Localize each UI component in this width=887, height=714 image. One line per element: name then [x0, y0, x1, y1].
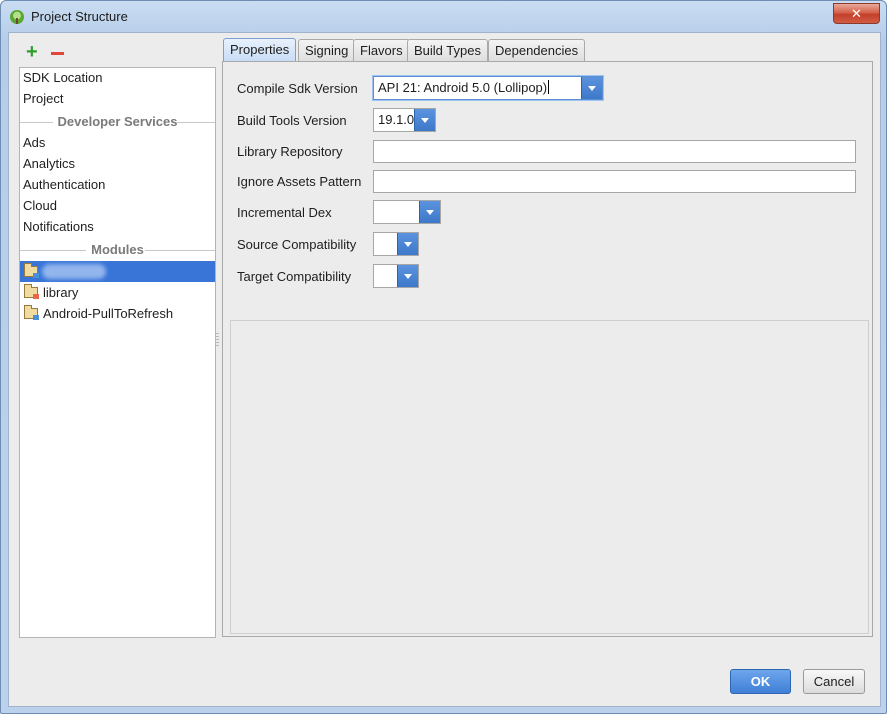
chevron-down-icon[interactable] [397, 265, 418, 287]
tab-properties[interactable]: Properties [223, 38, 297, 62]
target-compatibility-combo[interactable] [373, 264, 419, 288]
tab-signing[interactable]: Signing [298, 39, 356, 61]
sidebar-item-project[interactable]: Project [23, 89, 63, 109]
target-compatibility-label: Target Compatibility [237, 269, 352, 284]
module-item-android-pulltorefresh[interactable]: Android-PullToRefresh [20, 303, 215, 324]
chevron-down-icon[interactable] [397, 233, 418, 255]
sidebar-item-sdk-location[interactable]: SDK Location [23, 68, 103, 88]
module-name-redacted [42, 264, 106, 279]
incremental-dex-combo[interactable] [373, 200, 441, 224]
library-repository-field[interactable] [373, 140, 856, 163]
build-tools-label: Build Tools Version [237, 113, 347, 128]
modules-header: Modules [20, 241, 215, 259]
compile-sdk-label: Compile Sdk Version [237, 81, 358, 96]
dialog-body: + SDK Location Project Developer Service… [8, 32, 881, 707]
title-bar[interactable]: Project Structure ✕ [1, 1, 886, 32]
developer-services-header: Developer Services [20, 113, 215, 131]
tab-flavors[interactable]: Flavors [353, 39, 410, 61]
sidebar: SDK Location Project Developer Services … [19, 67, 216, 638]
sidebar-item-notifications[interactable]: Notifications [23, 217, 94, 237]
module-label: Android-PullToRefresh [43, 306, 174, 321]
chevron-down-icon[interactable] [419, 201, 440, 223]
build-tools-combo[interactable]: 19.1.0 [373, 108, 436, 132]
module-folder-icon [24, 305, 39, 320]
android-studio-icon [10, 10, 24, 24]
compile-sdk-value: API 21: Android 5.0 (Lollipop) [378, 80, 550, 95]
details-area [230, 320, 869, 634]
chevron-down-icon[interactable] [581, 77, 602, 99]
remove-icon[interactable] [51, 52, 64, 55]
module-folder-icon [24, 284, 39, 299]
ignore-assets-label: Ignore Assets Pattern [237, 174, 362, 189]
chevron-down-icon[interactable] [414, 109, 435, 131]
ok-button[interactable]: OK [730, 669, 791, 694]
sidebar-item-cloud[interactable]: Cloud [23, 196, 57, 216]
incremental-dex-label: Incremental Dex [237, 205, 332, 220]
module-item-app[interactable] [20, 261, 215, 282]
compile-sdk-combo[interactable]: API 21: Android 5.0 (Lollipop) [373, 76, 603, 100]
module-item-library[interactable]: library [20, 282, 215, 303]
sidebar-item-authentication[interactable]: Authentication [23, 175, 105, 195]
cancel-button[interactable]: Cancel [803, 669, 865, 694]
window-title: Project Structure [31, 9, 128, 24]
properties-panel: Compile Sdk Version API 21: Android 5.0 … [222, 61, 873, 637]
close-button[interactable]: ✕ [833, 3, 880, 24]
tab-dependencies[interactable]: Dependencies [488, 39, 586, 61]
source-compatibility-label: Source Compatibility [237, 237, 357, 252]
module-label: library [43, 285, 79, 300]
tab-build-types[interactable]: Build Types [407, 39, 488, 61]
library-repository-label: Library Repository [237, 144, 343, 159]
splitter-handle[interactable] [215, 333, 219, 347]
ignore-assets-field[interactable] [373, 170, 856, 193]
project-structure-dialog: Project Structure ✕ + SDK Location Proje… [0, 0, 887, 714]
add-icon[interactable]: + [26, 42, 38, 62]
sidebar-item-analytics[interactable]: Analytics [23, 154, 75, 174]
build-tools-value: 19.1.0 [378, 112, 415, 127]
module-folder-icon [24, 263, 39, 278]
sidebar-item-ads[interactable]: Ads [23, 133, 45, 153]
source-compatibility-combo[interactable] [373, 232, 419, 256]
